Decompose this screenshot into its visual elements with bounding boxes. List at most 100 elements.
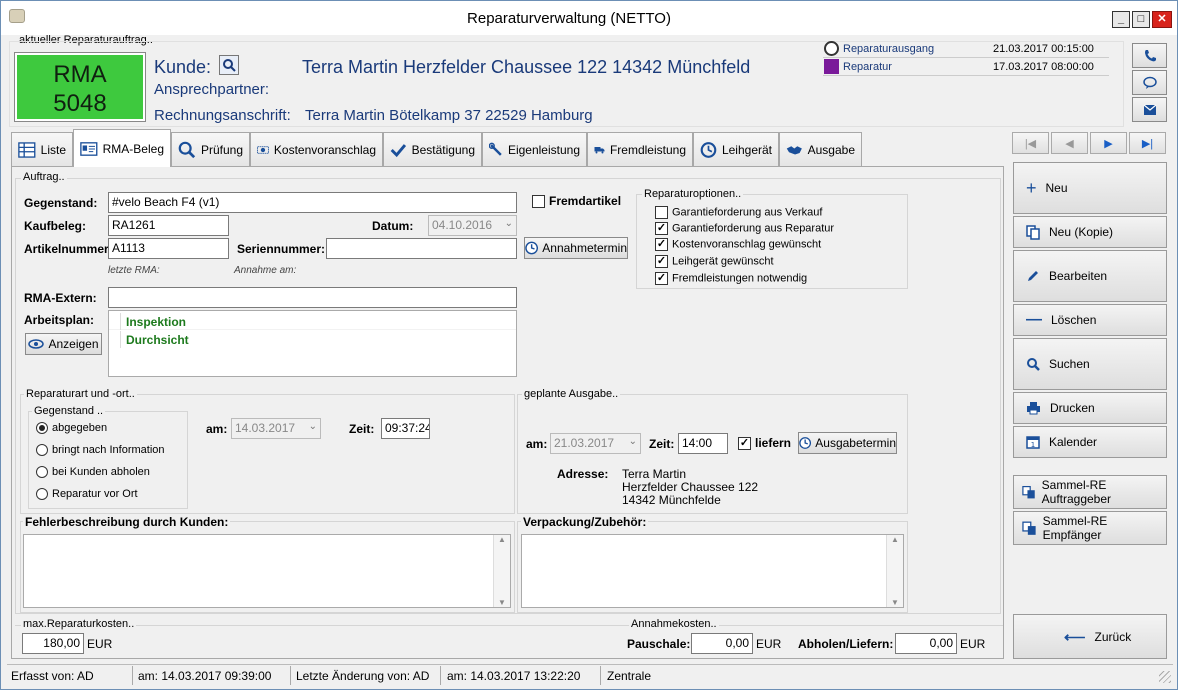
option-label: Garantieforderung aus Reparatur — [672, 222, 835, 235]
ausgabetermin-button[interactable]: Ausgabetermin — [798, 432, 897, 454]
magnifier-icon — [178, 141, 196, 158]
billing-address: Terra Martin Bötelkamp 37 22529 Hamburg — [305, 107, 593, 124]
verpackung-textarea[interactable]: ▲ ▼ — [521, 534, 904, 608]
eye-icon — [28, 339, 45, 349]
status-separator — [600, 666, 601, 685]
tab-ausgabe[interactable]: Ausgabe — [779, 132, 862, 166]
nav-first-button[interactable]: |◀ — [1012, 132, 1049, 154]
copy-icon — [1026, 224, 1040, 240]
checkbox — [655, 206, 668, 219]
kaufbeleg-input[interactable]: RA1261 — [108, 215, 229, 236]
tab-label: Prüfung — [200, 142, 243, 157]
datum-label: Datum: — [372, 219, 414, 233]
tab-label: Leihgerät — [721, 142, 772, 157]
artikelnummer-input[interactable]: A1113 — [108, 238, 229, 259]
reparatur-date-picker[interactable]: 14.03.2017 ⌄ — [231, 418, 321, 439]
max-kosten-input[interactable]: 180,00 — [22, 633, 84, 654]
neu-button[interactable]: + Neu — [1013, 162, 1167, 214]
radio-abgegeben[interactable]: abgegeben — [36, 422, 107, 435]
button-label: Löschen — [1051, 313, 1097, 327]
radio-reparatur-vor-ort[interactable]: Reparatur vor Ort — [36, 488, 138, 501]
arbeitsplan-list[interactable]: Inspektion Durchsicht — [108, 310, 517, 377]
annahme-am-label: Annahme am: — [234, 265, 297, 276]
vertical-scrollbar[interactable]: ▲ ▼ — [886, 535, 903, 607]
nav-prev-button[interactable]: ◀ — [1051, 132, 1088, 154]
sammel-re-empfaenger-button[interactable]: Sammel-RE Empfänger — [1013, 511, 1167, 545]
radio-bringt-nach-information[interactable]: bringt nach Information — [36, 444, 165, 457]
kalender-button[interactable]: 1 Kalender — [1013, 426, 1167, 458]
tab-bestaetigung[interactable]: Bestätigung — [383, 132, 482, 166]
radio-label: bei Kunden abholen — [52, 466, 150, 478]
option-garantie-reparatur[interactable]: ✓ Garantieforderung aus Reparatur — [655, 222, 834, 235]
loeschen-button[interactable]: — Löschen — [1013, 304, 1167, 336]
radio — [36, 488, 48, 501]
tab-leihgeraet[interactable]: Leihgerät — [693, 132, 779, 166]
event-row-ausgang[interactable]: Reparaturausgang 21.03.2017 00:15:00 — [823, 41, 1109, 58]
scroll-up-icon: ▲ — [498, 535, 506, 544]
option-leihgeraet[interactable]: ✓ Leihgerät gewünscht — [655, 255, 774, 268]
phone-button[interactable] — [1132, 43, 1167, 68]
option-kostenvoranschlag[interactable]: ✓ Kostenvoranschlag gewünscht — [655, 238, 821, 251]
chevron-down-icon: ⌄ — [628, 436, 637, 447]
tab-liste[interactable]: Liste — [11, 132, 73, 166]
nav-next-button[interactable]: ▶ — [1090, 132, 1127, 154]
phone-icon — [1144, 49, 1156, 61]
anzeigen-button[interactable]: Anzeigen — [25, 333, 102, 355]
radio-selected — [36, 422, 48, 435]
ausgabe-date-picker[interactable]: 21.03.2017 ⌄ — [550, 433, 641, 454]
seriennummer-input[interactable] — [326, 238, 517, 259]
mail-button[interactable] — [1132, 97, 1167, 122]
pauschale-label: Pauschale: — [627, 637, 691, 651]
arbeitsplan-label: Arbeitsplan: — [24, 313, 95, 327]
pauschale-input[interactable]: 0,00 — [691, 633, 753, 654]
annahmetermin-button[interactable]: Annahmetermin — [524, 237, 628, 259]
ausgabe-am-label: am: — [526, 437, 548, 451]
reparatur-zeit-label: Zeit: — [349, 422, 375, 436]
ausgabe-time-input[interactable]: 14:00 — [678, 433, 728, 454]
datum-picker[interactable]: 04.10.2016 ⌄ — [428, 215, 517, 236]
event-row-reparatur[interactable]: Reparatur 17.03.2017 08:00:00 — [823, 59, 1109, 76]
tab-pruefung[interactable]: Prüfung — [171, 132, 250, 166]
drucken-button[interactable]: Drucken — [1013, 392, 1167, 424]
max-kosten-label: max.Reparaturkosten.. — [21, 618, 137, 630]
ausgabe-zeit-label: Zeit: — [649, 437, 675, 451]
application-window: Reparaturverwaltung (NETTO) _ □ ✕ aktuel… — [0, 0, 1178, 690]
radio-bei-kunden-abholen[interactable]: bei Kunden abholen — [36, 466, 150, 479]
abholen-input[interactable]: 0,00 — [895, 633, 957, 654]
zurueck-button[interactable]: ⟵ Zurück — [1013, 614, 1167, 659]
neu-kopie-button[interactable]: Neu (Kopie) — [1013, 216, 1167, 248]
list-item[interactable]: Durchsicht — [109, 331, 516, 348]
tab-eigenleistung[interactable]: Eigenleistung — [482, 132, 587, 166]
sammel-re-auftraggeber-button[interactable]: Sammel-RE Auftraggeber — [1013, 475, 1167, 509]
checkbox-checked: ✓ — [655, 255, 668, 268]
resize-grip-icon[interactable] — [1159, 671, 1171, 683]
nav-last-button[interactable]: ▶| — [1129, 132, 1166, 154]
fremdartikel-checkbox[interactable]: Fremdartikel — [532, 194, 622, 209]
customer-name: Terra Martin Herzfelder Chaussee 122 143… — [302, 57, 751, 77]
customer-search-button[interactable] — [219, 55, 239, 75]
clock-icon — [824, 41, 839, 56]
list-item[interactable]: Inspektion — [109, 313, 516, 330]
option-fremdleistungen[interactable]: ✓ Fremdleistungen notwendig — [655, 272, 807, 285]
close-button[interactable]: ✕ — [1152, 11, 1172, 28]
fremdartikel-label: Fremdartikel — [549, 194, 622, 208]
vertical-scrollbar[interactable]: ▲ ▼ — [493, 535, 510, 607]
auftrag-group-label: Auftrag.. — [21, 171, 67, 183]
minimize-button[interactable]: _ — [1112, 11, 1130, 28]
chat-button[interactable] — [1132, 70, 1167, 95]
maximize-button[interactable]: □ — [1132, 11, 1150, 28]
fehler-textarea[interactable]: ▲ ▼ — [23, 534, 511, 608]
bearbeiten-button[interactable]: Bearbeiten — [1013, 250, 1167, 302]
liefern-checkbox[interactable]: ✓ liefern — [738, 436, 791, 451]
suchen-button[interactable]: Suchen — [1013, 338, 1167, 390]
tab-kostenvoranschlag[interactable]: Kostenvoranschlag — [250, 132, 383, 166]
tab-fremdleistung[interactable]: Fremdleistung — [587, 132, 693, 166]
gegenstand-input[interactable]: #velo Beach F4 (v1) — [108, 192, 517, 213]
reparatur-date-value: 14.03.2017 — [235, 421, 296, 435]
button-label: Sammel-RE Empfänger — [1042, 514, 1108, 542]
svg-text:1: 1 — [1031, 441, 1035, 449]
rma-extern-input[interactable] — [108, 287, 517, 308]
reparatur-time-input[interactable]: 09:37:24 — [381, 418, 430, 439]
tab-rma-beleg[interactable]: RMA-Beleg — [73, 129, 171, 167]
option-garantie-verkauf[interactable]: Garantieforderung aus Verkauf — [655, 206, 822, 219]
